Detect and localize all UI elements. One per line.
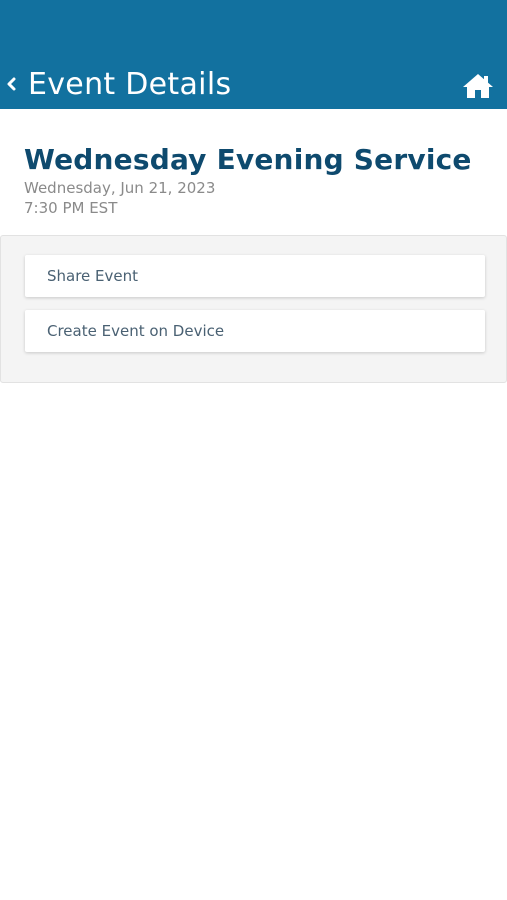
share-event-button[interactable]: Share Event: [25, 255, 485, 297]
event-date: Wednesday, Jun 21, 2023: [24, 179, 216, 197]
event-title: Wednesday Evening Service: [24, 143, 472, 176]
create-event-on-device-button[interactable]: Create Event on Device: [25, 310, 485, 352]
actions-panel: Share Event Create Event on Device: [0, 235, 507, 383]
home-icon: [461, 74, 495, 104]
back-button[interactable]: Event Details: [0, 60, 231, 108]
page-title: Event Details: [28, 66, 232, 102]
event-info: Wednesday Evening Service Wednesday, Jun…: [24, 142, 494, 218]
home-button[interactable]: [461, 72, 495, 100]
event-time: 7:30 PM EST: [24, 199, 118, 217]
chevron-left-icon: [4, 75, 18, 93]
app-header: Event Details: [0, 0, 507, 109]
